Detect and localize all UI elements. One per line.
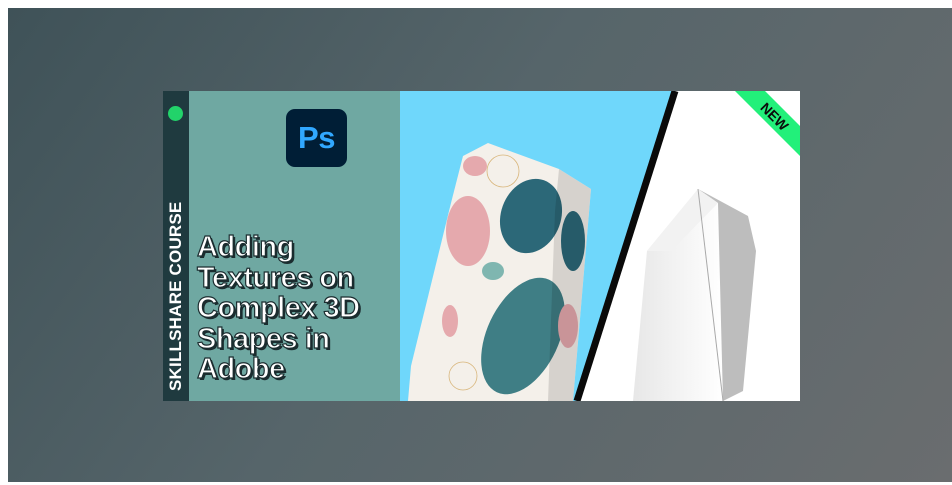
photoshop-icon: Ps [286,109,347,167]
skillshare-course-label: SKILLSHARE COURSE [166,201,185,391]
status-dot-icon [168,106,183,121]
textured-box [408,143,591,401]
title-line: Adding [196,231,295,263]
title-line: Complex 3D [196,292,360,324]
new-ribbon: NEW [735,91,800,156]
course-title: Adding Textures on Complex 3D Shapes in … [196,231,407,385]
badge-strip: SKILLSHARE COURSE [163,91,189,401]
title-line: Adobe [196,353,285,385]
course-thumbnail[interactable]: SKILLSHARE COURSE Ps Adding Textures on … [163,91,800,401]
title-line: Shapes in [196,322,330,355]
title-line: Textures on [196,261,354,294]
